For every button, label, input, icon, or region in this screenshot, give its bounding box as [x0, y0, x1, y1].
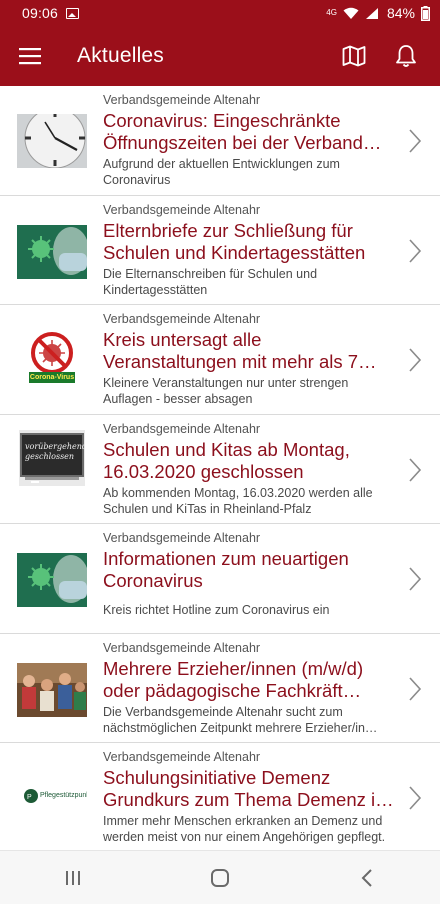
chevron-right-icon [409, 786, 422, 810]
back-button[interactable] [327, 851, 407, 904]
page-title: Aktuelles [77, 44, 165, 67]
news-text: Verbandsgemeinde Altenahr Kreis untersag… [103, 312, 399, 407]
thumb-label: Corona-Virus [29, 374, 75, 381]
news-teaser: Immer mehr Menschen erkranken an Demenz … [103, 814, 386, 844]
chalkboard-thumbnail: vorübergehend geschlossen [19, 429, 85, 486]
news-teaser: Die Elternanschreiben für Schulen und Ki… [103, 266, 318, 297]
news-text: Verbandsgemeinde Altenahr Mehrere Erzieh… [103, 641, 399, 736]
wifi-icon [343, 7, 359, 19]
logo-thumbnail: P Pflegestützpunkt [17, 785, 87, 807]
menu-icon [19, 48, 41, 65]
news-source: Verbandsgemeinde Altenahr [103, 750, 261, 764]
news-title: Informationen zum neuartigen Coronavirus [103, 548, 349, 591]
app-actions [328, 26, 440, 86]
chevron-right-icon [409, 676, 422, 701]
notifications-button[interactable] [380, 26, 432, 86]
chevron-right-icon [409, 567, 422, 591]
virus-mask-thumbnail [17, 224, 87, 279]
signal-icon [365, 7, 378, 19]
status-time: 09:06 [22, 5, 59, 21]
news-title: Mehrere Erzieher/innen (m/w/d) oder päda… [103, 657, 364, 701]
thumb-label: vorübergehend geschlossen [25, 441, 85, 461]
news-title: Coronavirus: Eingeschränkte Öffnungszeit… [103, 110, 382, 153]
bell-icon [396, 45, 416, 67]
news-title: Kreis untersagt alle Veranstaltungen mit… [103, 329, 377, 372]
svg-text:P: P [27, 794, 32, 801]
news-teaser: Aufgrund der aktuellen Entwicklungen zum… [103, 157, 340, 187]
news-teaser: Die Verbandsgemeinde Altenahr sucht zum … [103, 704, 378, 735]
news-text: Verbandsgemeinde Altenahr Schulen und Ki… [103, 422, 399, 517]
gallery-icon [66, 7, 80, 19]
news-source: Verbandsgemeinde Altenahr [103, 640, 261, 655]
news-item[interactable]: Verbandsgemeinde Altenahr Informationen … [0, 524, 440, 634]
network-type: 4G [326, 8, 337, 17]
news-teaser: Ab kommenden Montag, 16.03.2020 werden a… [103, 485, 373, 516]
virus-mask-thumbnail [17, 553, 87, 607]
chevron-right-icon [409, 348, 422, 372]
news-teaser: Kreis richtet Hotline zum Coronavirus ei… [103, 603, 330, 617]
news-text: Verbandsgemeinde Altenahr Schulungsiniti… [103, 750, 399, 845]
chevron-right-icon [409, 238, 422, 263]
news-title: Schulungsinitiative Demenz Grundkurs zum… [103, 767, 394, 810]
news-item[interactable]: vorübergehend geschlossen Verbandsgemein… [0, 415, 440, 524]
home-icon [210, 868, 229, 887]
recent-apps-icon [66, 870, 81, 885]
home-button[interactable] [180, 851, 260, 904]
news-item[interactable]: Corona-Virus Verbandsgemeinde Altenahr K… [0, 305, 440, 415]
news-list: Verbandsgemeinde Altenahr Coronavirus: E… [0, 86, 440, 850]
map-icon [342, 45, 366, 67]
news-item[interactable]: P Pflegestützpunkt Verbandsgemeinde Alte… [0, 743, 440, 850]
news-source: Verbandsgemeinde Altenahr [103, 202, 261, 217]
news-title: Elternbriefe zur Schließung für Schulen … [103, 219, 366, 263]
status-bar: 09:06 4G 84% [0, 0, 440, 26]
menu-button[interactable] [0, 26, 60, 86]
back-icon [361, 868, 372, 887]
news-source: Verbandsgemeinde Altenahr [103, 531, 261, 545]
chevron-right-icon [409, 129, 422, 153]
news-item[interactable]: Verbandsgemeinde Altenahr Elternbriefe z… [0, 196, 440, 305]
map-button[interactable] [328, 26, 380, 86]
chevron-right-icon [409, 457, 422, 482]
recent-apps-button[interactable] [33, 851, 113, 904]
news-source: Verbandsgemeinde Altenahr [103, 93, 261, 107]
news-text: Verbandsgemeinde Altenahr Elternbriefe z… [103, 203, 399, 298]
news-source: Verbandsgemeinde Altenahr [103, 312, 261, 326]
news-title: Schulen und Kitas ab Montag, 16.03.2020 … [103, 438, 350, 482]
news-item[interactable]: Verbandsgemeinde Altenahr Mehrere Erzieh… [0, 634, 440, 743]
app-bar: Aktuelles [0, 26, 440, 86]
news-teaser: Kleinere Veranstaltungen nur unter stren… [103, 376, 349, 406]
thumb-label: Pflegestützpunkt [40, 792, 87, 799]
news-item[interactable]: Verbandsgemeinde Altenahr Coronavirus: E… [0, 86, 440, 196]
news-source: Verbandsgemeinde Altenahr [103, 421, 261, 436]
corona-virus-sign-thumbnail: Corona-Virus [17, 331, 87, 385]
battery-icon [421, 5, 430, 21]
status-right: 4G 84% [326, 5, 430, 21]
children-group-thumbnail [17, 662, 87, 717]
battery-level: 84% [386, 5, 415, 21]
news-text: Verbandsgemeinde Altenahr Informationen … [103, 531, 399, 618]
news-text: Verbandsgemeinde Altenahr Coronavirus: E… [103, 93, 399, 188]
system-nav-bar [0, 850, 440, 904]
clock-thumbnail [17, 114, 87, 168]
